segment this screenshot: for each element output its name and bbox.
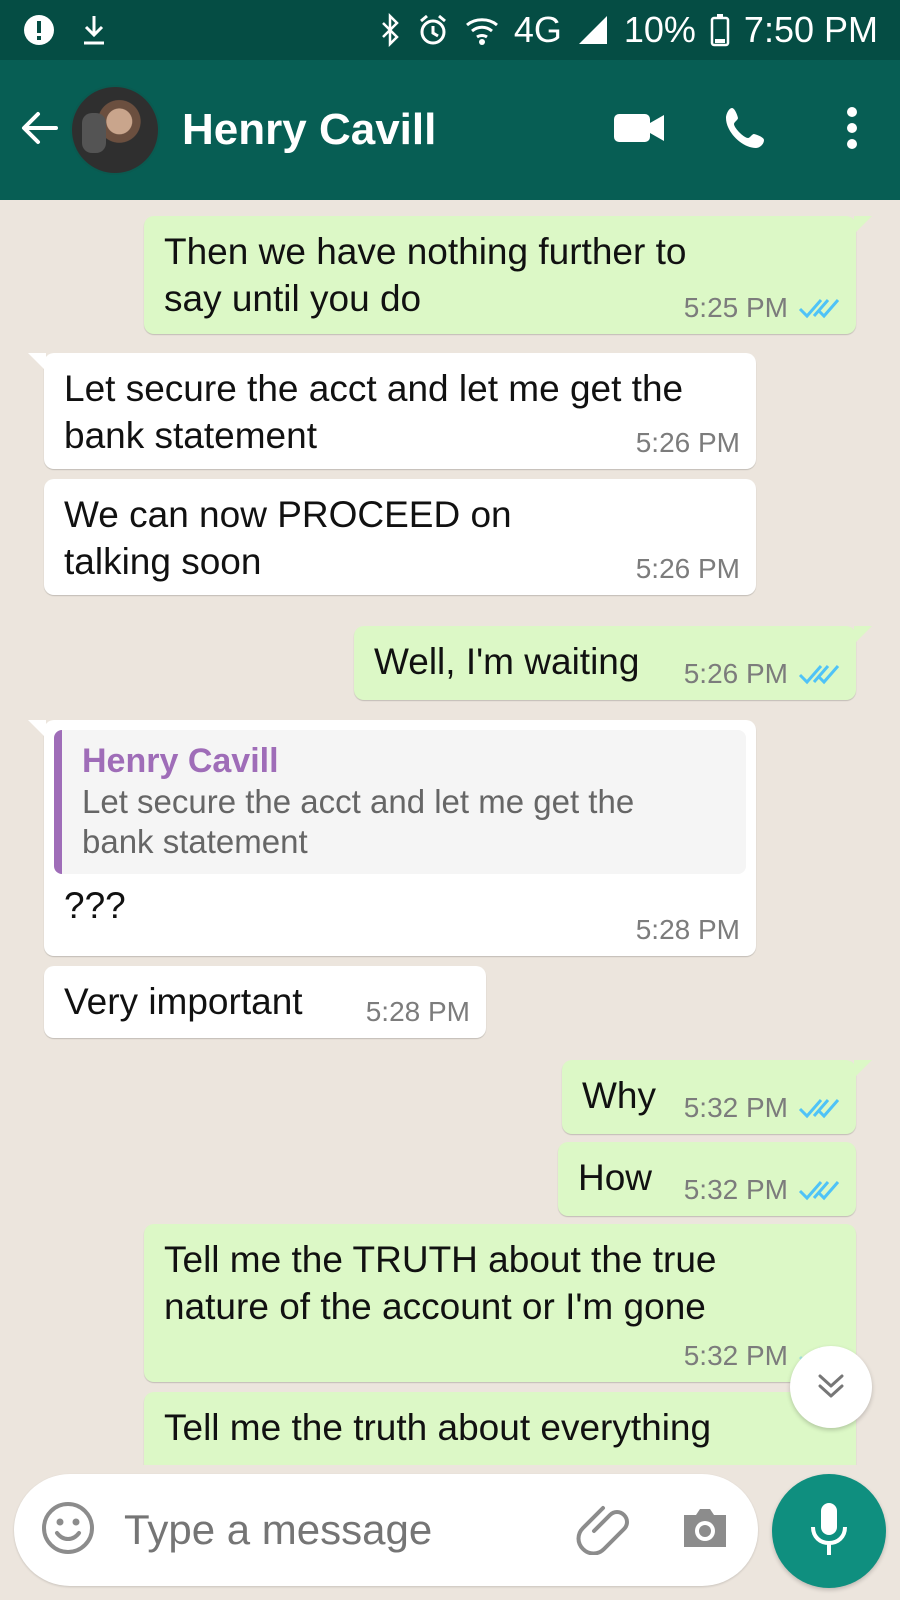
battery-percent: 10%	[623, 9, 696, 50]
message-meta: 5:28 PM	[636, 914, 740, 946]
message-meta: 5:26 PM	[636, 553, 740, 585]
voice-record-button[interactable]	[772, 1474, 886, 1588]
status-left-icons	[22, 13, 108, 47]
message-bubble-out[interactable]: Tell me the truth about everything	[144, 1392, 856, 1465]
message-composer	[14, 1474, 758, 1586]
message-time: 5:26 PM	[635, 427, 740, 458]
message-time: 5:28 PM	[365, 996, 470, 1027]
message-time: 5:32 PM	[683, 1174, 788, 1205]
message-input[interactable]	[124, 1506, 544, 1554]
message-bubble-out[interactable]: How 5:32 PM	[558, 1142, 856, 1216]
paperclip-icon	[576, 1505, 630, 1559]
message-text: Tell me the truth about everything	[164, 1407, 712, 1448]
scroll-to-bottom-button[interactable]	[790, 1346, 872, 1428]
message-bubble-in[interactable]: Let secure the acct and let me get the b…	[28, 353, 756, 469]
camera-button[interactable]	[678, 1505, 732, 1556]
microphone-icon	[807, 1499, 851, 1564]
message-time: 5:25 PM	[683, 292, 788, 323]
attach-button[interactable]	[576, 1501, 630, 1560]
message-list[interactable]: Then we have nothing further to say unti…	[0, 200, 900, 1465]
status-bar: 4G 10% 7:50 PM	[0, 0, 900, 60]
message-bubble-out[interactable]: Tell me the TRUTH about the true nature …	[144, 1224, 856, 1382]
quoted-message[interactable]: Henry Cavill Let secure the acct and let…	[54, 730, 746, 874]
message-meta: 5:25 PM	[684, 292, 840, 324]
message-time: 5:26 PM	[683, 658, 788, 689]
message-bubble-out[interactable]: Then we have nothing further to say unti…	[144, 216, 872, 334]
message-text: Tell me the TRUTH about the true nature …	[164, 1239, 717, 1327]
contact-avatar[interactable]	[70, 85, 160, 175]
phone-call-icon	[722, 104, 770, 157]
back-button[interactable]	[18, 108, 62, 152]
more-options-button[interactable]	[822, 100, 882, 160]
composer-actions	[576, 1501, 732, 1560]
header-actions	[610, 100, 882, 160]
contact-name[interactable]: Henry Cavill	[182, 105, 436, 155]
status-time: 7:50 PM	[743, 9, 878, 50]
4g-signal-icon	[576, 13, 610, 47]
download-icon	[80, 13, 108, 47]
message-bubble-out[interactable]: Well, I'm waiting 5:26 PM	[354, 626, 872, 700]
video-call-button[interactable]	[610, 100, 670, 160]
reply-message-bubble[interactable]: Henry Cavill Let secure the acct and let…	[28, 720, 756, 956]
double-chevron-down-icon	[813, 1367, 849, 1408]
message-time: 5:26 PM	[635, 553, 740, 584]
status-right-icons: 4G 10% 7:50 PM	[378, 9, 878, 51]
quoted-author: Henry Cavill	[82, 742, 279, 780]
back-arrow-icon	[18, 106, 62, 155]
read-double-tick-icon	[798, 296, 840, 320]
phone-call-button[interactable]	[716, 100, 776, 160]
message-meta: 5:32 PM	[684, 1174, 840, 1206]
more-vertical-icon	[844, 106, 860, 155]
message-time: 5:28 PM	[635, 914, 740, 945]
bluetooth-icon	[378, 13, 402, 47]
message-bubble-in[interactable]: We can now PROCEED on talking soon 5:26 …	[44, 479, 756, 595]
message-meta: 5:28 PM	[366, 996, 470, 1028]
read-double-tick-icon	[798, 662, 840, 686]
camera-icon	[678, 1508, 732, 1555]
message-meta: 5:26 PM	[636, 427, 740, 459]
chat-header: Henry Cavill	[0, 60, 900, 200]
message-bubble-in[interactable]: Very important 5:28 PM	[44, 966, 486, 1038]
wifi-icon	[464, 13, 500, 47]
quoted-text: Let secure the acct and let me get the b…	[82, 783, 635, 860]
alert-circle-icon	[22, 13, 56, 47]
network-type: 4G	[513, 9, 562, 50]
video-call-icon	[612, 108, 668, 153]
emoji-button[interactable]	[40, 1500, 96, 1561]
message-meta: 5:26 PM	[684, 658, 840, 690]
message-time: 5:32 PM	[683, 1092, 788, 1123]
battery-icon	[710, 13, 730, 47]
message-time: 5:32 PM	[683, 1340, 788, 1371]
read-double-tick-icon	[798, 1178, 840, 1202]
message-meta: 5:32 PM	[684, 1092, 840, 1124]
alarm-icon	[416, 13, 450, 47]
emoji-icon	[40, 1501, 96, 1560]
read-double-tick-icon	[798, 1096, 840, 1120]
message-bubble-out[interactable]: Why 5:32 PM	[562, 1060, 872, 1134]
